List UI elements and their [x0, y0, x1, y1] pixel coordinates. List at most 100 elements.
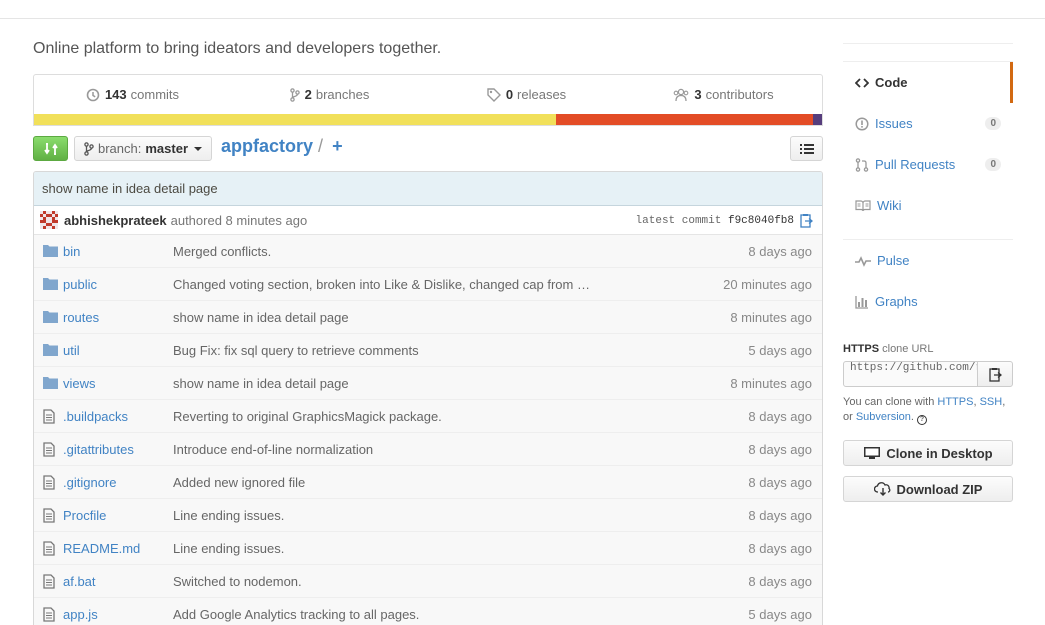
file-type-icon: [43, 574, 55, 592]
language-segment[interactable]: [34, 114, 556, 125]
tab-pull-requests[interactable]: Pull Requests 0: [843, 144, 1013, 185]
issue-opened-icon: [855, 116, 869, 131]
file-name-link[interactable]: af.bat: [63, 574, 96, 589]
tab-code[interactable]: Code: [843, 62, 1013, 103]
file-name-link[interactable]: app.js: [63, 607, 98, 622]
tab-pulse[interactable]: Pulse: [843, 240, 1013, 281]
file-age: 8 days ago: [748, 474, 812, 490]
clone-in-desktop-button[interactable]: Clone in Desktop: [843, 440, 1013, 466]
releases-link[interactable]: 0 releases: [428, 75, 625, 114]
file-commit-message[interactable]: show name in idea detail page: [173, 310, 349, 325]
clipboard-icon[interactable]: [800, 213, 813, 228]
file-commit-message[interactable]: Line ending issues.: [173, 508, 284, 523]
compare-button[interactable]: [33, 136, 68, 161]
file-age: 8 minutes ago: [730, 309, 812, 325]
download-zip-button[interactable]: Download ZIP: [843, 476, 1013, 502]
file-type-icon: [43, 409, 55, 427]
commit-author[interactable]: abhishekprateek: [64, 213, 167, 228]
file-text-icon: [43, 442, 55, 457]
file-name-link[interactable]: bin: [63, 244, 80, 259]
table-row: views show name in idea detail page 8 minu…: [34, 367, 822, 400]
commit-sha[interactable]: latest commit f9c8040fb8: [636, 215, 794, 227]
repo-root-link[interactable]: appfactory: [221, 136, 313, 156]
contributors-link[interactable]: 3 contributors: [625, 75, 822, 114]
tab-code-label: Code: [875, 75, 908, 90]
file-commit-message[interactable]: Changed voting section, broken into Like…: [173, 277, 590, 292]
file-commit-message[interactable]: Merged conflicts.: [173, 244, 271, 259]
branch-selector[interactable]: branch: master: [74, 136, 213, 161]
file-type-icon: [43, 607, 55, 625]
download-zip-label: Download ZIP: [896, 481, 983, 497]
branches-count: 2: [304, 87, 312, 102]
file-text-icon: [43, 475, 55, 490]
file-commit-message[interactable]: show name in idea detail page: [173, 376, 349, 391]
table-row: public Changed voting section, broken int…: [34, 268, 822, 301]
file-text-icon: [43, 409, 55, 424]
file-name-link[interactable]: public: [63, 277, 97, 292]
sha-label: latest commit: [635, 215, 722, 227]
file-type-icon: [43, 442, 55, 460]
file-name-link[interactable]: README.md: [63, 541, 140, 556]
file-name-link[interactable]: .buildpacks: [63, 409, 128, 424]
file-age: 8 minutes ago: [730, 375, 812, 391]
commit-time: authored 8 minutes ago: [170, 212, 308, 228]
copy-clone-url-button[interactable]: [977, 361, 1013, 387]
issues-counter: 0: [985, 117, 1001, 130]
file-age: 8 days ago: [748, 441, 812, 457]
folder-icon: [43, 245, 58, 257]
list-icon: [799, 143, 814, 154]
file-commit-message[interactable]: Add Google Analytics tracking to all pag…: [173, 607, 419, 622]
file-name-link[interactable]: util: [63, 343, 80, 358]
language-segment[interactable]: [813, 114, 822, 125]
pulls-counter: 0: [985, 158, 1001, 171]
clone-subversion-link[interactable]: Subversion: [856, 411, 911, 423]
commits-link[interactable]: 143 commits: [34, 75, 231, 114]
file-commit-message[interactable]: Introduce end-of-line normalization: [173, 442, 373, 457]
table-row: app.js Add Google Analytics tracking to a…: [34, 598, 822, 625]
clone-label-suffix: clone URL: [882, 343, 934, 355]
avatar[interactable]: [40, 211, 58, 229]
contributors-label: contributors: [705, 87, 774, 102]
commits-label: commits: [130, 87, 180, 102]
branches-label: branches: [315, 87, 370, 102]
folder-icon: [43, 311, 58, 323]
clone-protocol[interactable]: HTTPS: [843, 343, 879, 355]
file-name-link[interactable]: routes: [63, 310, 99, 325]
file-commit-message[interactable]: Line ending issues.: [173, 541, 284, 556]
question-icon[interactable]: ?: [917, 415, 928, 425]
table-row: util Bug Fix: fix sql query to retrieve c…: [34, 334, 822, 367]
table-row: .buildpacks Reverting to original Graphic…: [34, 400, 822, 433]
language-bar[interactable]: [34, 114, 822, 125]
clone-url-label: HTTPS clone URL: [843, 343, 933, 355]
file-commit-message[interactable]: Added new ignored file: [173, 475, 305, 490]
new-file-link[interactable]: +: [332, 136, 343, 156]
latest-commit-message[interactable]: show name in idea detail page: [34, 172, 822, 206]
code-icon: [855, 77, 869, 88]
tab-wiki[interactable]: Wiki: [843, 185, 1013, 226]
file-commit-message[interactable]: Switched to nodemon.: [173, 574, 302, 589]
language-segment[interactable]: [555, 114, 814, 125]
clone-https-link[interactable]: HTTPS: [937, 396, 973, 408]
git-branch-icon: [84, 141, 94, 156]
tab-graphs[interactable]: Graphs: [843, 281, 1013, 322]
clone-ssh-link[interactable]: SSH: [980, 396, 1003, 408]
file-type-icon: [43, 343, 58, 359]
file-name-link[interactable]: views: [63, 376, 96, 391]
branches-link[interactable]: 2 branches: [231, 75, 428, 114]
file-commit-message[interactable]: Bug Fix: fix sql query to retrieve comme…: [173, 343, 419, 358]
breadcrumb-separator: /: [318, 136, 324, 156]
list-view-button[interactable]: [790, 136, 823, 161]
git-pull-request-icon: [855, 157, 869, 172]
file-name-link[interactable]: .gitignore: [63, 475, 116, 490]
table-row: bin Merged conflicts. 8 days ago: [34, 235, 822, 268]
repo-description: Online platform to bring ideators and de…: [33, 40, 442, 57]
pulse-icon: [855, 255, 871, 267]
git-branch-icon: [289, 87, 300, 102]
nav-divider: [843, 44, 1013, 62]
tab-issues[interactable]: Issues 0: [843, 103, 1013, 144]
file-age: 8 days ago: [748, 408, 812, 424]
file-commit-message[interactable]: Reverting to original GraphicsMagick pac…: [173, 409, 442, 424]
clone-url-input[interactable]: https://github.com/r: [843, 361, 978, 387]
file-name-link[interactable]: .gitattributes: [63, 442, 134, 457]
file-name-link[interactable]: Procfile: [63, 508, 106, 523]
